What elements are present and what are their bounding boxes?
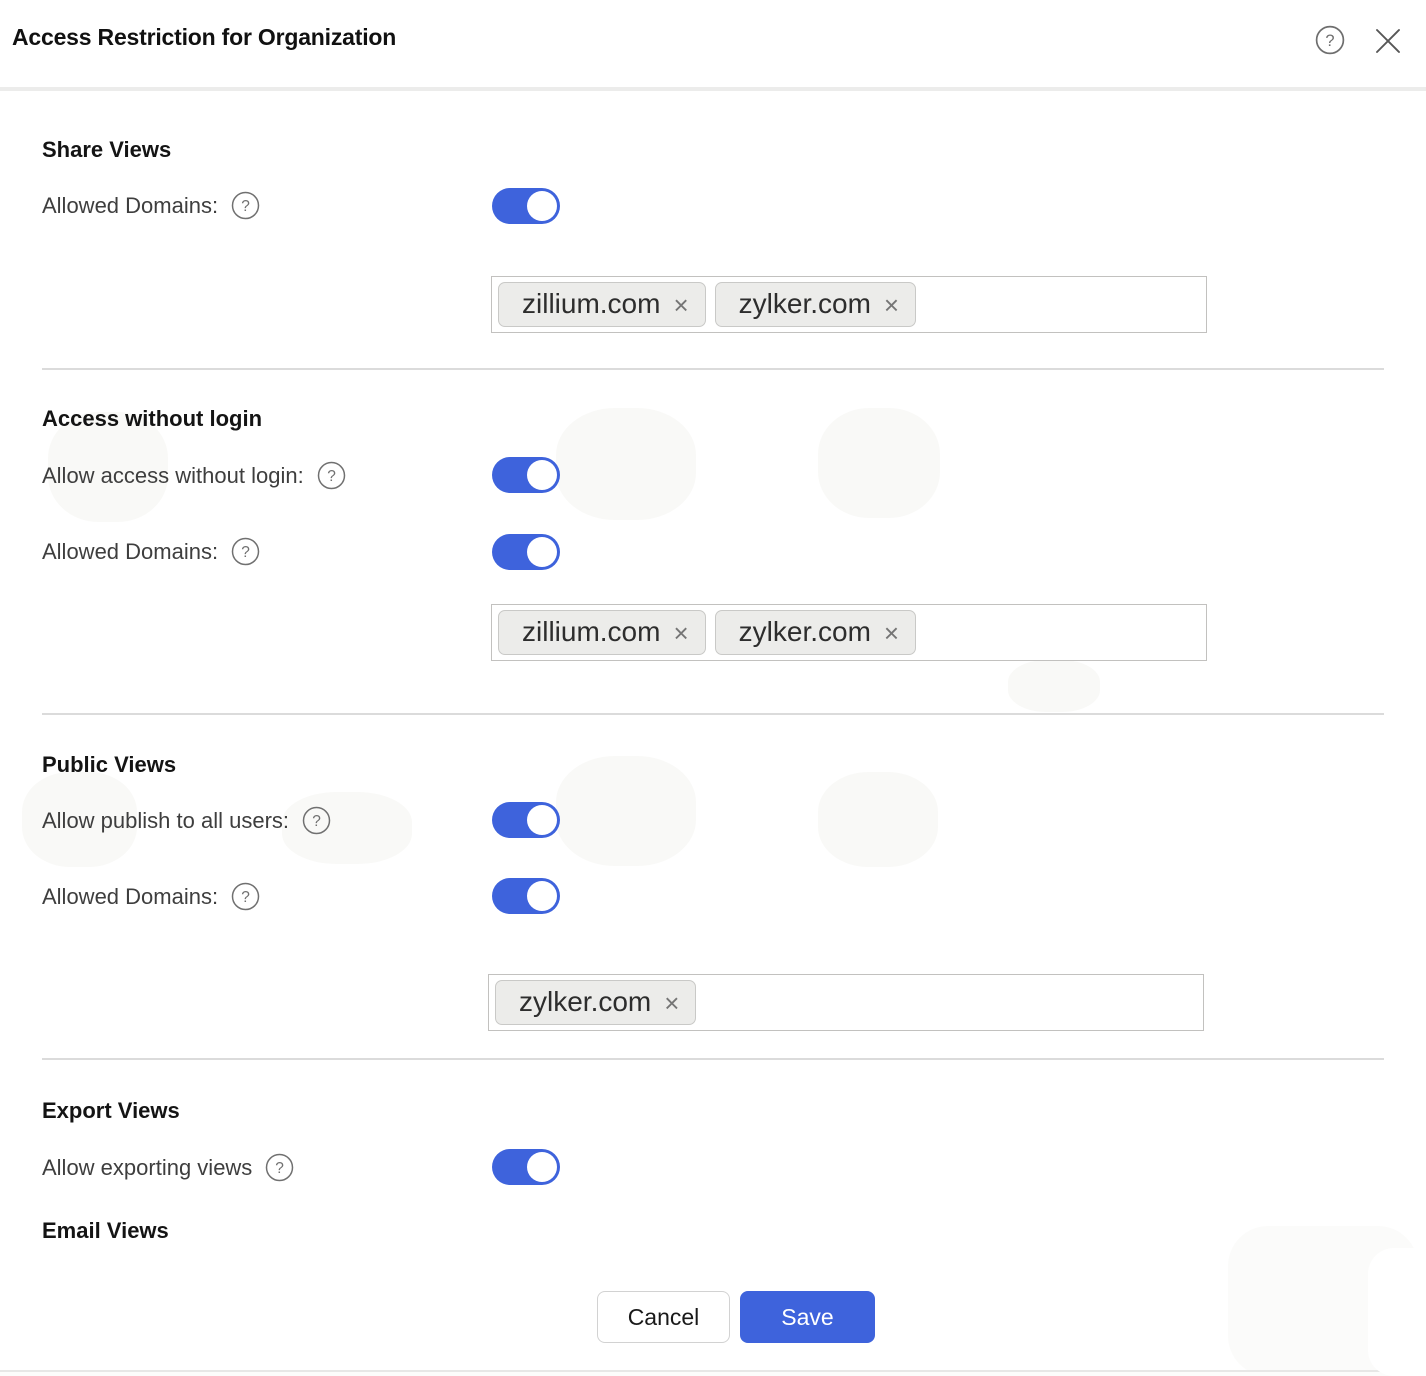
domains-input-public[interactable]: zylker.com × xyxy=(488,974,1204,1031)
domain-chip-label: zylker.com xyxy=(739,616,871,648)
domain-chip: zillium.com × xyxy=(498,282,706,327)
chip-remove-icon[interactable]: × xyxy=(664,987,679,1016)
svg-text:?: ? xyxy=(241,544,250,561)
row-allow-access-without-login: Allow access without login: ? xyxy=(42,460,346,491)
question-circle-icon[interactable]: ? xyxy=(231,191,260,220)
chip-remove-icon[interactable]: × xyxy=(884,617,899,646)
background-blob xyxy=(818,772,938,867)
section-heading-share-views: Share Views xyxy=(42,137,171,163)
question-circle-icon[interactable]: ? xyxy=(265,1153,294,1182)
row-allowed-domains-public: Allowed Domains: ? xyxy=(42,881,260,912)
bottom-strip xyxy=(0,1370,1426,1376)
cancel-button[interactable]: Cancel xyxy=(597,1291,730,1343)
svg-text:?: ? xyxy=(327,468,336,485)
background-blob xyxy=(818,408,940,518)
toggle-allowed-domains-public[interactable] xyxy=(492,878,560,914)
close-icon[interactable] xyxy=(1373,26,1403,56)
question-circle-icon[interactable]: ? xyxy=(231,882,260,911)
domain-chip-label: zylker.com xyxy=(519,986,651,1018)
allowed-domains-label: Allowed Domains: xyxy=(42,539,218,565)
save-button[interactable]: Save xyxy=(740,1291,875,1343)
background-blob xyxy=(556,756,696,866)
background-blob xyxy=(1368,1248,1426,1376)
toggle-knob xyxy=(527,191,557,221)
toggle-allowed-domains-access[interactable] xyxy=(492,534,560,570)
toggle-allow-exporting[interactable] xyxy=(492,1149,560,1185)
header-divider xyxy=(0,87,1426,91)
section-heading-access-without-login: Access without login xyxy=(42,406,262,432)
section-heading-export-views: Export Views xyxy=(42,1098,180,1124)
help-icon[interactable]: ? xyxy=(1315,25,1345,55)
row-allow-publish: Allow publish to all users: ? xyxy=(42,805,331,836)
background-blob xyxy=(556,408,696,520)
domain-chip: zylker.com × xyxy=(715,610,916,655)
svg-text:?: ? xyxy=(241,889,250,906)
svg-text:?: ? xyxy=(276,1160,285,1177)
domains-input-share[interactable]: zillium.com × zylker.com × xyxy=(491,276,1207,333)
chip-remove-icon[interactable]: × xyxy=(673,289,688,318)
toggle-knob xyxy=(527,537,557,567)
chip-remove-icon[interactable]: × xyxy=(673,617,688,646)
allowed-domains-label: Allowed Domains: xyxy=(42,193,218,219)
toggle-allowed-domains-share[interactable] xyxy=(492,188,560,224)
access-restriction-dialog: Access Restriction for Organization ? Sh… xyxy=(0,0,1426,1376)
section-divider xyxy=(42,713,1384,715)
domain-chip-label: zillium.com xyxy=(522,288,660,320)
question-circle-icon[interactable]: ? xyxy=(302,806,331,835)
section-heading-email-views: Email Views xyxy=(42,1218,169,1244)
allow-exporting-label: Allow exporting views xyxy=(42,1155,252,1181)
svg-text:?: ? xyxy=(312,813,321,830)
svg-text:?: ? xyxy=(241,198,250,215)
toggle-knob xyxy=(527,881,557,911)
row-allowed-domains-access: Allowed Domains: ? xyxy=(42,536,260,567)
background-blob xyxy=(1008,660,1100,712)
toggle-allow-publish[interactable] xyxy=(492,802,560,838)
row-allow-exporting: Allow exporting views ? xyxy=(42,1152,294,1183)
section-heading-public-views: Public Views xyxy=(42,752,176,778)
toggle-allow-access-without-login[interactable] xyxy=(492,457,560,493)
toggle-knob xyxy=(527,805,557,835)
question-circle-icon[interactable]: ? xyxy=(231,537,260,566)
domain-chip-label: zillium.com xyxy=(522,616,660,648)
section-divider xyxy=(42,1058,1384,1060)
allow-publish-label: Allow publish to all users: xyxy=(42,808,289,834)
question-circle-icon[interactable]: ? xyxy=(317,461,346,490)
allow-access-without-login-label: Allow access without login: xyxy=(42,463,304,489)
svg-text:?: ? xyxy=(1325,32,1334,50)
domains-input-access[interactable]: zillium.com × zylker.com × xyxy=(491,604,1207,661)
domain-chip-label: zylker.com xyxy=(739,288,871,320)
chip-remove-icon[interactable]: × xyxy=(884,289,899,318)
domain-chip: zillium.com × xyxy=(498,610,706,655)
toggle-knob xyxy=(527,1152,557,1182)
allowed-domains-label: Allowed Domains: xyxy=(42,884,218,910)
domain-chip: zylker.com × xyxy=(495,980,696,1025)
domain-chip: zylker.com × xyxy=(715,282,916,327)
section-divider xyxy=(42,368,1384,370)
toggle-knob xyxy=(527,460,557,490)
dialog-title: Access Restriction for Organization xyxy=(12,24,396,51)
row-allowed-domains-share: Allowed Domains: ? xyxy=(42,190,260,221)
